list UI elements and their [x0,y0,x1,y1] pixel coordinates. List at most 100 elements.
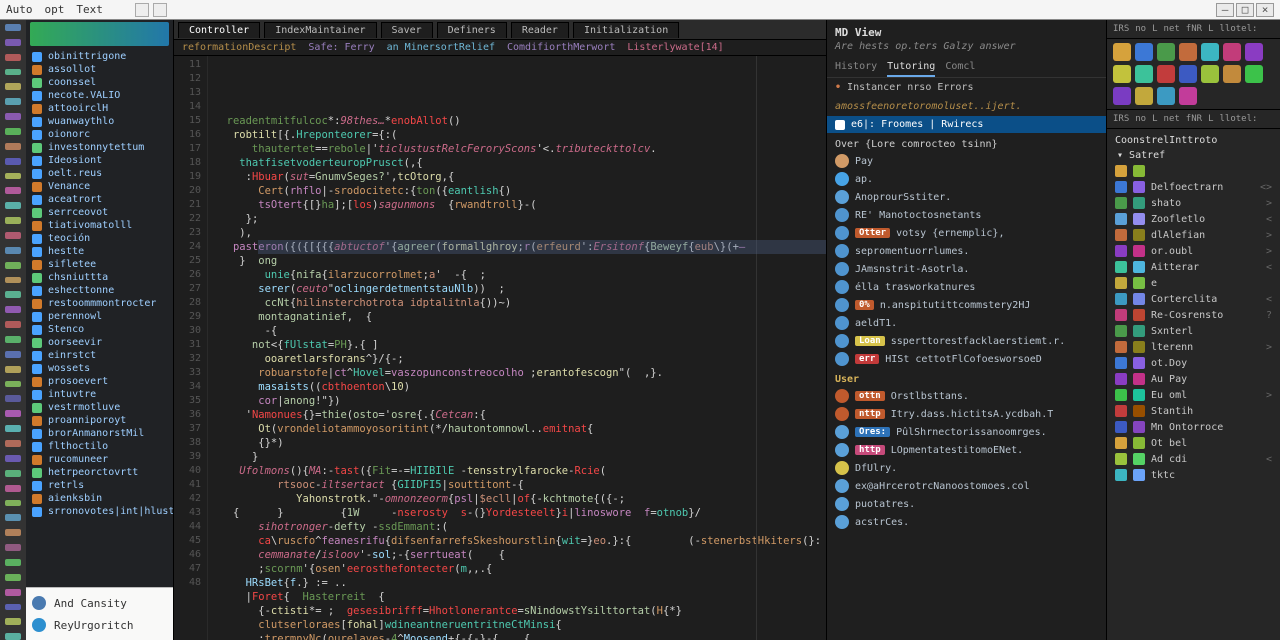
palette-swatch[interactable] [1113,87,1131,105]
activity-icon[interactable] [5,529,21,536]
toolbox-item[interactable]: dlAlefian> [1109,227,1278,243]
activity-icon[interactable] [5,440,21,447]
editor-tab[interactable]: Initialization [573,22,679,38]
palette-swatch[interactable] [1179,43,1197,61]
file-item[interactable]: Venance [26,180,173,193]
toolbox-item[interactable]: ot.Doy [1109,355,1278,371]
file-item[interactable]: intuvtre [26,388,173,401]
list-item[interactable]: ap. [827,170,1106,188]
activity-icon[interactable] [5,83,21,90]
file-item[interactable]: attooirclH [26,102,173,115]
toolbox-item[interactable]: Delfoectrarn<> [1109,179,1278,195]
palette-swatch[interactable] [1179,87,1197,105]
activity-icon[interactable] [5,544,21,551]
activity-icon[interactable] [5,381,21,388]
file-item[interactable]: rucomuneer [26,453,173,466]
list-item[interactable]: Loanssperttorestfacklaerstiemt.r. [827,332,1106,350]
right-toolbox[interactable]: IRSnoLnetfNRLllotel: IRSnoLnetfNRLllotel… [1106,20,1280,640]
file-item[interactable]: oelt.reus [26,167,173,180]
activity-icon[interactable] [5,143,21,150]
md-view-panel[interactable]: MD View Are hests op.ters Galzy answer H… [826,20,1106,640]
activity-icon[interactable] [5,24,21,31]
list-item[interactable]: RE' Manotoctosnetants [827,206,1106,224]
list-item[interactable]: AnoprourSstiter. [827,188,1106,206]
code-editor[interactable]: 1112131415161718192021222324252627282930… [174,56,826,640]
file-item[interactable]: Stenco [26,323,173,336]
section-label[interactable]: Satref [1129,150,1165,161]
activity-icon[interactable] [5,277,21,284]
file-item[interactable]: oorseevir [26,336,173,349]
file-item[interactable]: aceatrort [26,193,173,206]
list-item[interactable]: 0%n.anspitutittcommstery2HJ [827,296,1106,314]
list-item[interactable]: aeldT1. [827,314,1106,332]
file-item[interactable]: coonssel [26,76,173,89]
file-item[interactable]: proanniporoyt [26,414,173,427]
editor-tab[interactable]: Definers [437,22,507,38]
palette-swatch[interactable] [1201,65,1219,83]
panel-tab[interactable]: History [835,58,877,77]
activity-icon[interactable] [5,574,21,581]
activity-icon[interactable] [5,69,21,76]
file-item[interactable]: restoommmontrocter [26,297,173,310]
activity-icon[interactable] [5,395,21,402]
editor-tab[interactable]: IndexMaintainer [264,22,376,38]
palette-swatch[interactable] [1179,65,1197,83]
file-item[interactable]: wossets [26,362,173,375]
activity-icon[interactable] [5,366,21,373]
list-item[interactable]: Pay [827,152,1106,170]
activity-icon[interactable] [5,485,21,492]
panel-tab[interactable]: Comcl [945,58,975,77]
activity-icon[interactable] [5,514,21,521]
panel-tabs[interactable]: History Tutoring Comcl [827,58,1106,78]
list-item[interactable]: DfUlry. [827,459,1106,477]
activity-icon[interactable] [5,291,21,298]
palette-swatch[interactable] [1157,87,1175,105]
file-item[interactable]: obinittrigone [26,50,173,63]
activity-icon[interactable] [5,173,21,180]
palette-swatch[interactable] [1135,43,1153,61]
activity-icon[interactable] [5,425,21,432]
activity-icon[interactable] [5,351,21,358]
file-item[interactable]: flthoctilo [26,440,173,453]
file-item[interactable]: einrstct [26,349,173,362]
toolbox-item[interactable]: Stantih [1109,403,1278,419]
panel-tab[interactable]: Tutoring [887,58,935,77]
file-item[interactable]: perennowl [26,310,173,323]
app-menu[interactable]: AutooptText [6,3,115,16]
file-item[interactable]: aienksbin [26,492,173,505]
file-item[interactable]: chsniuttta [26,271,173,284]
breadcrumb[interactable]: reformationDescript Safe: Ferry an Miner… [174,40,826,56]
file-item[interactable]: oionorc [26,128,173,141]
toolbox-item[interactable]: Zoofletlo< [1109,211,1278,227]
activity-icon[interactable] [5,633,21,640]
selected-scope[interactable]: e6|: Froomes | Rwirecs [827,116,1106,133]
file-item[interactable]: retrls [26,479,173,492]
activity-icon[interactable] [5,217,21,224]
palette-swatch[interactable] [1201,43,1219,61]
activity-icon[interactable] [5,500,21,507]
toolbox-item[interactable]: shato> [1109,195,1278,211]
activity-icon[interactable] [5,589,21,596]
activity-icon[interactable] [5,604,21,611]
toolbox-item[interactable]: Mn Ontorroce [1109,419,1278,435]
palette-swatch[interactable] [1135,65,1153,83]
activity-icon[interactable] [5,470,21,477]
activity-icon[interactable] [5,618,21,625]
activity-icon[interactable] [5,187,21,194]
palette-swatch[interactable] [1223,65,1241,83]
activity-icon[interactable] [5,559,21,566]
file-item[interactable]: sifletee [26,258,173,271]
explorer-popover[interactable]: And Cansity ReyUrgoritch [26,587,173,640]
palette-swatch[interactable] [1223,43,1241,61]
toolbox-item[interactable]: Ad cdi< [1109,451,1278,467]
activity-icon[interactable] [5,455,21,462]
toolbox-item[interactable]: Aitterar< [1109,259,1278,275]
file-item[interactable]: tiativomatolll [26,219,173,232]
list-item[interactable]: Ottervotsy {ernemplic}, [827,224,1106,242]
activity-icon[interactable] [5,39,21,46]
palette-swatch[interactable] [1245,43,1263,61]
activity-bar[interactable] [0,20,26,640]
activity-icon[interactable] [5,321,21,328]
activity-icon[interactable] [5,232,21,239]
file-item[interactable]: srronovotes|int|hlustorrail [26,505,173,518]
